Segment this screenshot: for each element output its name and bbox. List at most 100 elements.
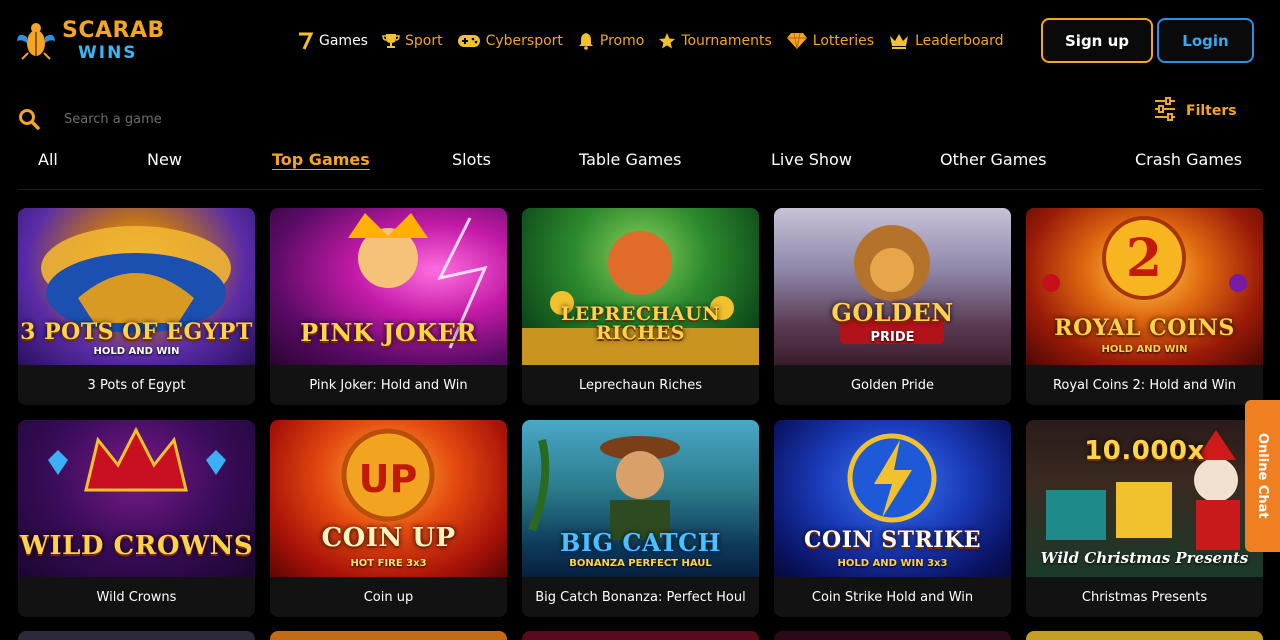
game-card[interactable]: WILD CROWNS Wild Crowns [18,420,255,617]
game-art-subtext: Wild Christmas Presents [1040,549,1249,567]
game-card[interactable]: LEPRECHAUN RICHES Leprechaun Riches [522,208,759,405]
logo[interactable]: SCARAB WINS [16,14,180,68]
game-title: Royal Coins 2: Hold and Win [1026,365,1263,405]
svg-text:UP: UP [359,457,418,501]
seven-icon [296,32,314,50]
game-thumbnail: 3 POTS OF EGYPT HOLD AND WIN [18,208,255,365]
game-thumbnail: UP COIN UP HOT FIRE 3x3 [270,420,507,577]
svg-text:2: 2 [1126,228,1162,289]
game-thumbnail: COIN STRIKE HOLD AND WIN 3x3 [774,420,1011,577]
game-title: Golden Pride [774,365,1011,405]
game-card-peek [774,631,1011,640]
game-card-peek [1026,631,1263,640]
diamond-icon [786,32,808,50]
nav-item-games[interactable]: Games [296,32,368,50]
tab-live-show[interactable]: Live Show [771,150,852,169]
signup-button[interactable]: Sign up [1041,18,1153,63]
game-grid: 3 POTS OF EGYPT HOLD AND WIN 3 Pots of E… [18,208,1263,617]
game-thumbnail: BIG CATCH BONANZA PERFECT HAUL [522,420,759,577]
bell-icon [577,32,595,50]
main-nav: Games Sport Cybersport Promo Tournaments [296,28,1018,54]
tab-top-games[interactable]: Top Games [272,150,370,169]
filters-label: Filters [1186,103,1237,119]
game-card[interactable]: PINK JOKER Pink Joker: Hold and Win [270,208,507,405]
online-chat-label: Online Chat [1255,433,1270,519]
search-input[interactable] [56,106,456,132]
game-art-text: LEPRECHAUN RICHES [560,303,721,344]
game-card-peek [18,631,255,640]
filters-button[interactable]: Filters [1154,97,1237,125]
nav-item-cybersport[interactable]: Cybersport [457,32,563,50]
nav-item-label: Tournaments [681,33,772,49]
game-title: Coin up [270,577,507,617]
game-card-peek [270,631,507,640]
trophy-icon [382,32,400,50]
game-card[interactable]: UP COIN UP HOT FIRE 3x3 Coin up [270,420,507,617]
nav-item-label: Leaderboard [915,33,1004,49]
tab-new[interactable]: New [147,150,182,169]
nav-item-label: Cybersport [485,33,563,49]
game-title: Coin Strike Hold and Win [774,577,1011,617]
crown-icon [888,32,910,50]
divider [18,189,1262,190]
game-title: Wild Crowns [18,577,255,617]
logo-text-primary: SCARAB [62,18,165,43]
game-thumbnail: GOLDEN PRIDE [774,208,1011,365]
game-art-text: ROYAL COINS [1054,315,1235,341]
nav-item-tournaments[interactable]: Tournaments [658,32,772,50]
tab-table-games[interactable]: Table Games [579,150,681,169]
nav-item-label: Lotteries [812,33,875,49]
game-thumbnail: 10.000x Wild Christmas Presents [1026,420,1263,577]
scarab-logo-icon [16,19,56,63]
game-art-text: 10.000x [1084,436,1205,466]
logo-text-secondary: WINS [78,43,138,63]
game-card[interactable]: BIG CATCH BONANZA PERFECT HAUL Big Catch… [522,420,759,617]
game-card[interactable]: 2 ROYAL COINS HOLD AND WIN Royal Coins 2… [1026,208,1263,405]
game-art-subtext: HOLD AND WIN [1101,344,1188,355]
game-art-subtext: BONANZA PERFECT HAUL [569,558,712,569]
game-art-text: PINK JOKER [300,318,477,347]
nav-item-label: Sport [404,33,443,49]
game-art-text: 3 POTS OF EGYPT [20,319,253,345]
nav-item-lotteries[interactable]: Lotteries [786,32,874,50]
game-art-subtext: HOLD AND WIN [93,346,180,357]
nav-item-leaderboard[interactable]: Leaderboard [888,32,1004,50]
nav-item-sport[interactable]: Sport [382,32,443,50]
game-title: Christmas Presents [1026,577,1263,617]
game-art-text: WILD CROWNS [19,531,254,561]
nav-item-promo[interactable]: Promo [577,32,644,50]
header: SCARAB WINS Games Sport Cybersport Promo… [0,0,1280,80]
game-title: Leprechaun Riches [522,365,759,405]
game-card[interactable]: 3 POTS OF EGYPT HOLD AND WIN 3 Pots of E… [18,208,255,405]
sliders-icon [1154,97,1176,125]
game-art-subtext: HOT FIRE 3x3 [350,558,427,569]
nav-item-label: Promo [599,33,645,49]
game-card[interactable]: GOLDEN PRIDE Golden Pride [774,208,1011,405]
game-art-text: GOLDEN [831,298,954,327]
star-icon [658,32,676,50]
game-thumbnail: WILD CROWNS [18,420,255,577]
tab-crash-games[interactable]: Crash Games [1135,150,1242,169]
nav-item-label: Games [319,33,368,49]
game-title: 3 Pots of Egypt [18,365,255,405]
category-tabs: All New Top Games Slots Table Games Live… [0,150,1280,176]
online-chat-button[interactable]: Online Chat [1245,400,1280,552]
game-thumbnail: 2 ROYAL COINS HOLD AND WIN [1026,208,1263,365]
game-card[interactable]: 10.000x Wild Christmas Presents Christma… [1026,420,1263,617]
gamepad-icon [457,32,481,50]
game-art-text: BIG CATCH [560,528,721,557]
tab-all[interactable]: All [38,150,58,169]
game-thumbnail: LEPRECHAUN RICHES [522,208,759,365]
tab-other-games[interactable]: Other Games [940,150,1046,169]
login-button[interactable]: Login [1157,18,1254,63]
game-art-subtext: PRIDE [870,330,915,345]
game-title: Big Catch Bonanza: Perfect Houl [522,577,759,617]
game-thumbnail: PINK JOKER [270,208,507,365]
tab-slots[interactable]: Slots [452,150,491,169]
game-art-text: COIN UP [321,523,456,553]
search-icon[interactable] [18,108,40,130]
game-art-text: COIN STRIKE [804,527,981,553]
game-card[interactable]: COIN STRIKE HOLD AND WIN 3x3 Coin Strike… [774,420,1011,617]
game-card-peek [522,631,759,640]
game-art-subtext: HOLD AND WIN 3x3 [837,558,948,569]
